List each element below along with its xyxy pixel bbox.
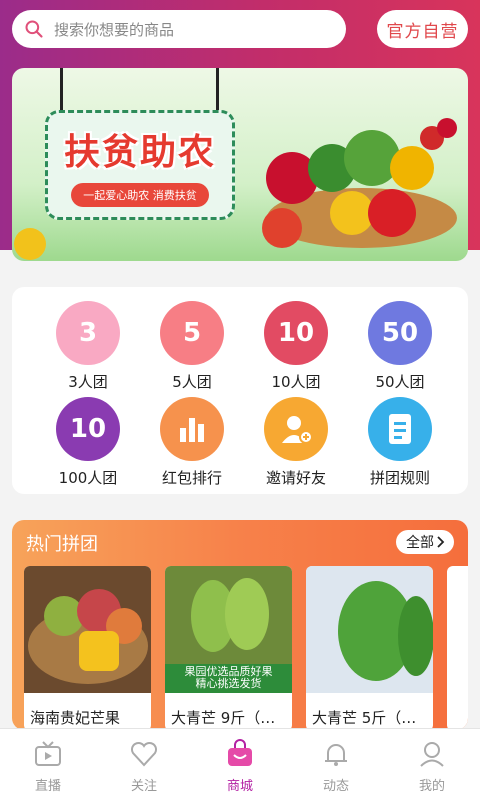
group-5-icon: 5	[160, 301, 224, 365]
product-card[interactable]: 果园优选品质好果 精心挑选发货 大青芒 9斤（…	[165, 566, 292, 730]
product-card[interactable]: 大青芒 5斤（…	[306, 566, 433, 730]
promo-banner[interactable]: 扶贫助农 一起爱心助农 消费扶贫	[12, 68, 468, 261]
group-5-item[interactable]: 5 5人团	[140, 301, 244, 392]
vegetables-illustration	[262, 118, 457, 248]
ranking-icon	[160, 397, 224, 461]
section-title: 热门拼团	[26, 534, 98, 555]
search-placeholder: 搜索你想要的商品	[54, 20, 175, 39]
group-rules-label: 拼团规则	[369, 469, 430, 487]
search-icon	[25, 20, 43, 38]
product-name: 海南贵妃芒果	[30, 709, 121, 727]
product-card-partial[interactable]	[447, 566, 468, 730]
group-10-item[interactable]: 10 10人团	[244, 301, 348, 392]
banner-rope	[60, 68, 63, 112]
group-100-label: 100人团	[58, 469, 118, 487]
tv-icon	[35, 741, 61, 766]
group-50-icon: 50	[368, 301, 432, 365]
tab-label: 我的	[418, 779, 445, 794]
bottom-tab-bar: 直播 关注 商城 动态 我的	[0, 728, 480, 800]
group-3-item[interactable]: 3 3人团	[36, 301, 140, 392]
tab-follow[interactable]: 关注	[96, 729, 192, 800]
group-100-item[interactable]: 10 100人团	[36, 397, 140, 488]
tab-label: 动态	[322, 779, 349, 794]
group-3-icon: 3	[56, 301, 120, 365]
tab-mall[interactable]: 商城	[192, 729, 288, 800]
red-packet-ranking-item[interactable]: 红包排行	[140, 397, 244, 488]
banner-subtitle: 一起爱心助农 消费扶贫	[71, 183, 209, 207]
promo-line-2: 精心挑选发货	[195, 677, 262, 690]
group-100-icon: 10	[56, 397, 120, 461]
banner-rope	[216, 68, 219, 112]
tab-live[interactable]: 直播	[0, 729, 96, 800]
product-card[interactable]: 海南贵妃芒果	[24, 566, 151, 730]
group-50-label: 50人团	[375, 373, 425, 391]
group-5-label: 5人团	[172, 373, 212, 391]
add-friend-icon	[264, 397, 328, 461]
product-name: 大青芒 5斤（…	[312, 709, 417, 727]
document-icon	[368, 397, 432, 461]
group-10-label: 10人团	[271, 373, 321, 391]
red-packet-ranking-label: 红包排行	[161, 469, 222, 487]
banner-title: 扶贫助农	[63, 132, 216, 173]
official-store-button[interactable]: 官方自营	[377, 10, 468, 48]
bell-icon	[325, 744, 347, 766]
product-image	[24, 566, 151, 693]
invite-friends-item[interactable]: 邀请好友	[244, 397, 348, 488]
tab-label: 商城	[226, 779, 253, 794]
heart-icon	[130, 741, 158, 767]
view-all-button[interactable]: 全部	[396, 530, 454, 554]
group-rules-item[interactable]: 拼团规则	[348, 397, 452, 488]
group-50-item[interactable]: 50 50人团	[348, 301, 452, 392]
product-image	[306, 566, 433, 693]
tab-feed[interactable]: 动态	[288, 729, 384, 800]
tab-mine[interactable]: 我的	[384, 729, 480, 800]
chevron-right-icon	[437, 536, 445, 548]
view-all-label: 全部	[406, 535, 434, 551]
hot-group-buy-section: 热门拼团 全部 海南贵妃芒果 果园优选品质好果 精心挑选发货 大青芒 9斤（…	[12, 520, 468, 730]
search-bar[interactable]: 搜索你想要的商品	[12, 10, 346, 48]
product-name: 大青芒 9斤（…	[171, 709, 276, 727]
pepper-illustration	[14, 228, 46, 260]
shopping-bag-icon	[228, 739, 252, 766]
group-10-icon: 10	[264, 301, 328, 365]
tab-label: 关注	[130, 779, 157, 794]
group-buy-menu: 3 3人团 5 5人团 10 10人团 50 50人团 10 100人团 红包排…	[12, 287, 468, 494]
invite-friends-label: 邀请好友	[265, 469, 326, 487]
tab-label: 直播	[34, 779, 61, 794]
group-3-label: 3人团	[68, 373, 108, 391]
user-icon	[420, 742, 444, 767]
